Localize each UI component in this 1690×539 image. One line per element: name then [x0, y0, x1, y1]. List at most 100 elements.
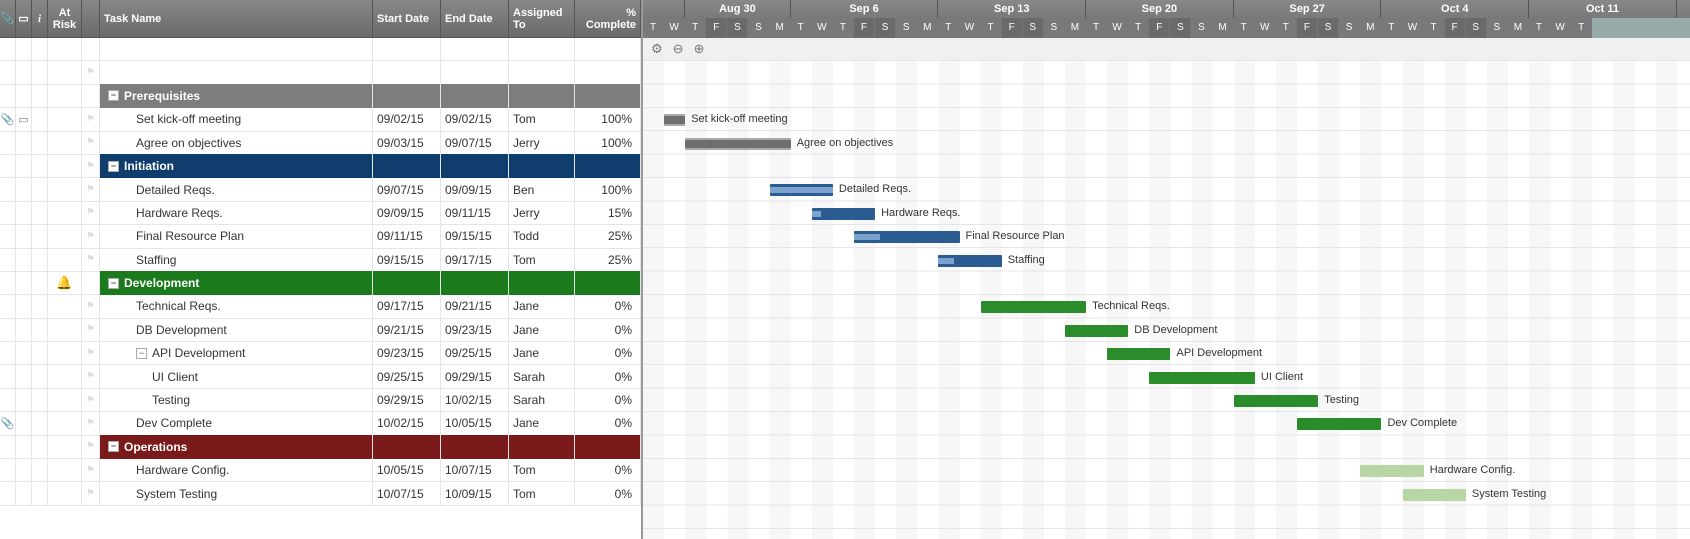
end-date[interactable] — [441, 154, 509, 177]
assignee[interactable]: Jane — [509, 342, 575, 365]
task-row[interactable]: ⚑Testing09/29/1510/02/15Sarah0% — [0, 389, 641, 412]
collapse-toggle[interactable]: − — [108, 161, 119, 172]
zoom-in-icon[interactable]: ⊕ — [694, 41, 705, 57]
section-row[interactable]: −Prerequisites — [0, 85, 641, 108]
gantt-bar[interactable]: Technical Reqs. — [981, 301, 1087, 313]
end-date[interactable] — [441, 38, 509, 61]
percent-complete[interactable] — [575, 38, 641, 61]
col-percent-complete[interactable]: % Complete — [575, 0, 641, 37]
start-date[interactable]: 09/25/15 — [373, 365, 441, 388]
gantt-bar[interactable]: DB Development — [1065, 325, 1128, 337]
end-date[interactable]: 09/11/15 — [441, 201, 509, 224]
end-date[interactable]: 09/17/15 — [441, 248, 509, 271]
section-row[interactable]: ⚑−Operations — [0, 436, 641, 459]
percent-complete[interactable] — [575, 84, 641, 107]
percent-complete[interactable]: 0% — [575, 482, 641, 505]
end-date[interactable]: 10/05/15 — [441, 412, 509, 435]
assignee[interactable]: Todd — [509, 225, 575, 248]
task-row[interactable]: ⚑DB Development09/21/1509/23/15Jane0% — [0, 319, 641, 342]
task-row[interactable]: 📎▭⚑Set kick-off meeting09/02/1509/02/15T… — [0, 108, 641, 131]
start-date[interactable]: 09/23/15 — [373, 342, 441, 365]
percent-complete[interactable]: 0% — [575, 459, 641, 482]
percent-complete[interactable]: 100% — [575, 178, 641, 201]
col-start-date[interactable]: Start Date — [373, 0, 441, 37]
percent-complete[interactable]: 0% — [575, 318, 641, 341]
assignee[interactable] — [509, 154, 575, 177]
gantt-bar[interactable]: API Development — [1107, 348, 1170, 360]
col-info-icon[interactable]: i — [32, 0, 48, 37]
task-row[interactable]: ⚑Staffing09/15/1509/17/15Tom25% — [0, 249, 641, 272]
percent-complete[interactable]: 0% — [575, 342, 641, 365]
percent-complete[interactable]: 100% — [575, 131, 641, 154]
col-comment-icon[interactable]: ▭ — [16, 0, 32, 37]
task-row[interactable]: ⚑UI Client09/25/1509/29/15Sarah0% — [0, 365, 641, 388]
col-at-risk[interactable]: At Risk — [48, 0, 82, 37]
col-end-date[interactable]: End Date — [441, 0, 509, 37]
col-task-name[interactable]: Task Name — [100, 0, 373, 37]
assignee[interactable] — [509, 84, 575, 107]
percent-complete[interactable]: 0% — [575, 295, 641, 318]
assignee[interactable] — [509, 435, 575, 458]
percent-complete[interactable]: 100% — [575, 108, 641, 131]
end-date[interactable] — [441, 435, 509, 458]
percent-complete[interactable]: 0% — [575, 365, 641, 388]
start-date[interactable]: 09/09/15 — [373, 201, 441, 224]
col-assigned-to[interactable]: Assigned To — [509, 0, 575, 37]
assignee[interactable]: Jerry — [509, 201, 575, 224]
collapse-toggle[interactable]: − — [108, 441, 119, 452]
start-date[interactable]: 09/21/15 — [373, 318, 441, 341]
zoom-out-icon[interactable]: ⊖ — [673, 41, 684, 57]
task-row[interactable] — [0, 38, 641, 61]
start-date[interactable]: 09/02/15 — [373, 108, 441, 131]
gantt-bar[interactable]: Set kick-off meeting — [664, 114, 685, 126]
percent-complete[interactable] — [575, 61, 641, 84]
section-row[interactable]: 🔔−Development — [0, 272, 641, 295]
assignee[interactable]: Tom — [509, 482, 575, 505]
task-row[interactable]: ⚑Final Resource Plan09/11/1509/15/15Todd… — [0, 225, 641, 248]
collapse-toggle[interactable]: − — [108, 90, 119, 101]
end-date[interactable]: 09/02/15 — [441, 108, 509, 131]
assignee[interactable]: Sarah — [509, 388, 575, 411]
gantt-bar[interactable]: Agree on objectives — [685, 138, 791, 150]
percent-complete[interactable]: 15% — [575, 201, 641, 224]
start-date[interactable]: 10/05/15 — [373, 459, 441, 482]
assignee[interactable]: Tom — [509, 108, 575, 131]
col-attachment-icon[interactable]: 📎 — [0, 0, 16, 37]
percent-complete[interactable] — [575, 154, 641, 177]
start-date[interactable] — [373, 435, 441, 458]
start-date[interactable] — [373, 61, 441, 84]
percent-complete[interactable] — [575, 271, 641, 294]
assignee[interactable] — [509, 271, 575, 294]
collapse-toggle[interactable]: − — [108, 278, 119, 289]
assignee[interactable]: Jane — [509, 318, 575, 341]
assignee[interactable]: Sarah — [509, 365, 575, 388]
task-row[interactable]: ⚑Technical Reqs.09/17/1509/21/15Jane0% — [0, 295, 641, 318]
start-date[interactable] — [373, 38, 441, 61]
start-date[interactable]: 10/07/15 — [373, 482, 441, 505]
task-row[interactable]: ⚑System Testing10/07/1510/09/15Tom0% — [0, 482, 641, 505]
end-date[interactable]: 10/09/15 — [441, 482, 509, 505]
assignee[interactable]: Tom — [509, 459, 575, 482]
gantt-bar[interactable]: Hardware Reqs. — [812, 208, 875, 220]
end-date[interactable] — [441, 84, 509, 107]
assignee[interactable]: Jane — [509, 295, 575, 318]
assignee[interactable]: Tom — [509, 248, 575, 271]
end-date[interactable]: 09/15/15 — [441, 225, 509, 248]
percent-complete[interactable]: 0% — [575, 412, 641, 435]
end-date[interactable]: 09/09/15 — [441, 178, 509, 201]
task-row[interactable]: ⚑Agree on objectives09/03/1509/07/15Jerr… — [0, 132, 641, 155]
gantt-body[interactable]: Set kick-off meetingAgree on objectives D… — [643, 61, 1690, 539]
gantt-bar[interactable]: Testing — [1234, 395, 1318, 407]
gantt-bar[interactable]: Dev Complete — [1297, 418, 1381, 430]
end-date[interactable]: 09/23/15 — [441, 318, 509, 341]
start-date[interactable] — [373, 271, 441, 294]
gantt-bar[interactable]: Hardware Config. — [1360, 465, 1423, 477]
task-row[interactable]: ⚑Hardware Config.10/05/1510/07/15Tom0% — [0, 459, 641, 482]
start-date[interactable]: 10/02/15 — [373, 412, 441, 435]
percent-complete[interactable] — [575, 435, 641, 458]
gantt-bar[interactable]: System Testing — [1403, 489, 1466, 501]
gantt-bar[interactable]: Final Resource Plan — [854, 231, 960, 243]
percent-complete[interactable]: 25% — [575, 248, 641, 271]
task-row[interactable]: ⚑−API Development09/23/1509/25/15Jane0% — [0, 342, 641, 365]
gear-icon[interactable]: ⚙ — [651, 41, 663, 57]
